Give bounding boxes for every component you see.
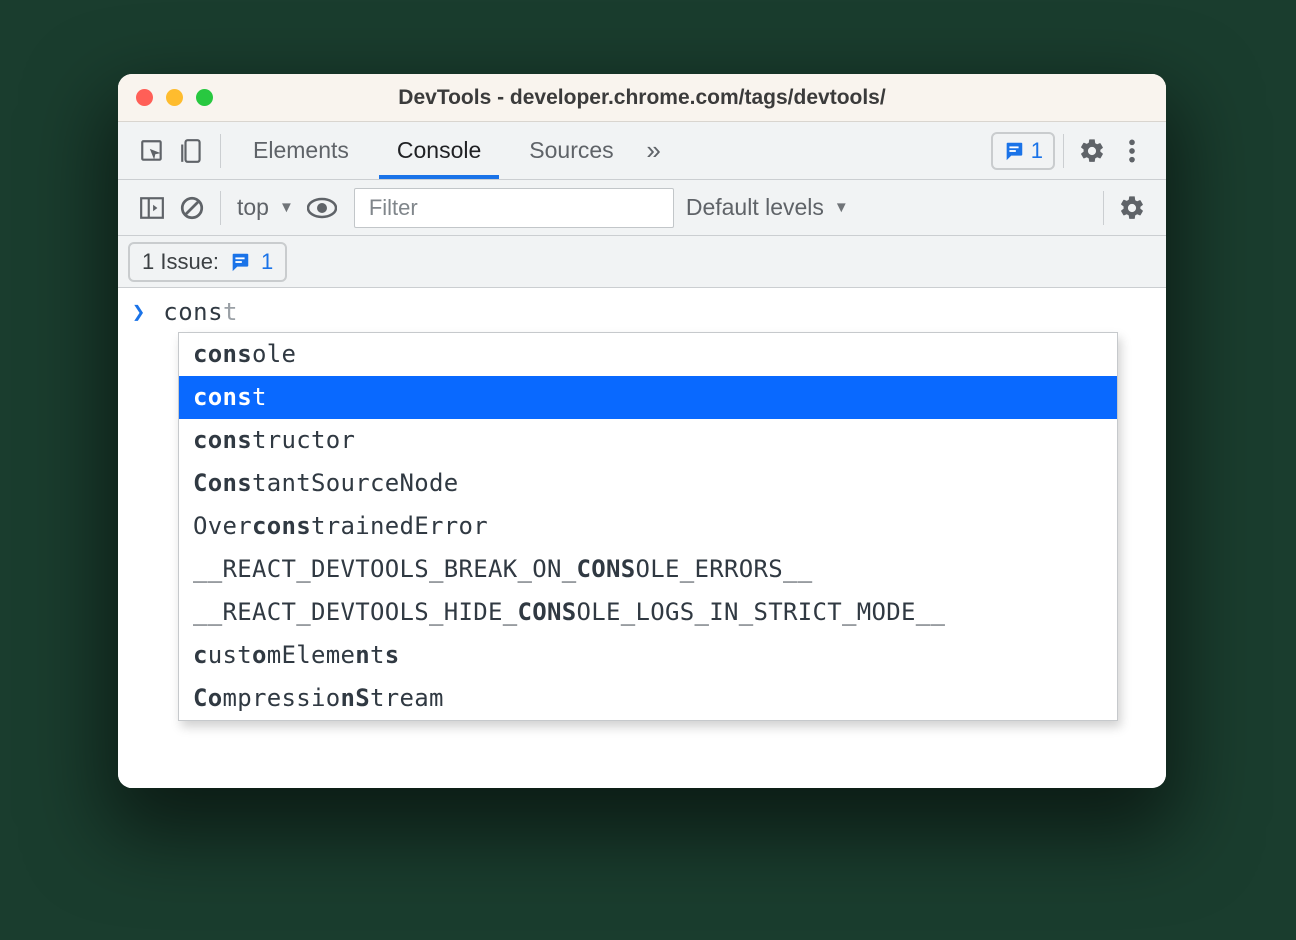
- chevron-down-icon: ▼: [279, 199, 294, 216]
- separator: [1063, 134, 1064, 168]
- more-tabs-icon[interactable]: »: [638, 131, 670, 171]
- inspect-icon[interactable]: [132, 131, 172, 171]
- settings-icon[interactable]: [1072, 131, 1112, 171]
- tab-sources[interactable]: Sources: [511, 122, 631, 179]
- chat-icon: [1003, 140, 1025, 162]
- minimize-button[interactable]: [166, 89, 183, 106]
- console-input-text: const: [163, 298, 238, 326]
- chat-icon: [229, 251, 251, 273]
- autocomplete-item[interactable]: CompressionStream: [179, 677, 1117, 720]
- autocomplete-item[interactable]: ConstantSourceNode: [179, 462, 1117, 505]
- separator: [220, 191, 221, 225]
- device-toggle-icon[interactable]: [172, 131, 212, 171]
- maximize-button[interactable]: [196, 89, 213, 106]
- autocomplete-item[interactable]: __REACT_DEVTOOLS_HIDE_CONSOLE_LOGS_IN_ST…: [179, 591, 1117, 634]
- autocomplete-item[interactable]: customElements: [179, 634, 1117, 677]
- title-url: developer.chrome.com/tags/devtools/: [510, 86, 886, 109]
- clear-console-icon[interactable]: [172, 188, 212, 228]
- titlebar: DevTools - developer.chrome.com/tags/dev…: [118, 74, 1166, 122]
- issues-badge[interactable]: 1: [991, 132, 1055, 170]
- live-expression-icon[interactable]: [302, 188, 342, 228]
- console-settings-icon[interactable]: [1112, 188, 1152, 228]
- autocomplete-item[interactable]: console: [179, 333, 1117, 376]
- console-area: ❯ const consoleconstconstructorConstantS…: [118, 288, 1166, 788]
- title-prefix: DevTools -: [398, 86, 510, 109]
- autocomplete-item[interactable]: const: [179, 376, 1117, 419]
- issues-pill-count: 1: [261, 249, 273, 275]
- toggle-sidebar-icon[interactable]: [132, 188, 172, 228]
- autocomplete-item[interactable]: __REACT_DEVTOOLS_BREAK_ON_CONSOLE_ERRORS…: [179, 548, 1117, 591]
- issues-pill[interactable]: 1 Issue: 1: [128, 242, 287, 282]
- tab-bar: Elements Console Sources » 1: [118, 122, 1166, 180]
- close-button[interactable]: [136, 89, 153, 106]
- issues-bar: 1 Issue: 1: [118, 236, 1166, 288]
- console-toolbar: top ▼ Default levels ▼: [118, 180, 1166, 236]
- context-selector[interactable]: top ▼: [229, 194, 302, 221]
- separator: [220, 134, 221, 168]
- autocomplete-popup: consoleconstconstructorConstantSourceNod…: [178, 332, 1118, 721]
- devtools-window: DevTools - developer.chrome.com/tags/dev…: [118, 74, 1166, 788]
- levels-label: Default levels: [686, 194, 824, 221]
- separator: [1103, 191, 1104, 225]
- tab-elements[interactable]: Elements: [235, 122, 367, 179]
- log-levels-selector[interactable]: Default levels ▼: [686, 194, 849, 221]
- prompt-caret-icon: ❯: [132, 300, 145, 325]
- console-input-row[interactable]: ❯ const: [118, 288, 1166, 332]
- autocomplete-item[interactable]: constructor: [179, 419, 1117, 462]
- chevron-down-icon: ▼: [834, 199, 849, 216]
- tab-console[interactable]: Console: [379, 122, 499, 179]
- context-label: top: [237, 194, 269, 221]
- filter-input[interactable]: [354, 188, 674, 228]
- kebab-menu-icon[interactable]: [1112, 131, 1152, 171]
- issues-label: 1 Issue:: [142, 249, 219, 275]
- autocomplete-item[interactable]: OverconstrainedError: [179, 505, 1117, 548]
- issues-count: 1: [1031, 138, 1043, 164]
- window-title: DevTools - developer.chrome.com/tags/dev…: [398, 86, 885, 110]
- traffic-lights: [136, 89, 213, 106]
